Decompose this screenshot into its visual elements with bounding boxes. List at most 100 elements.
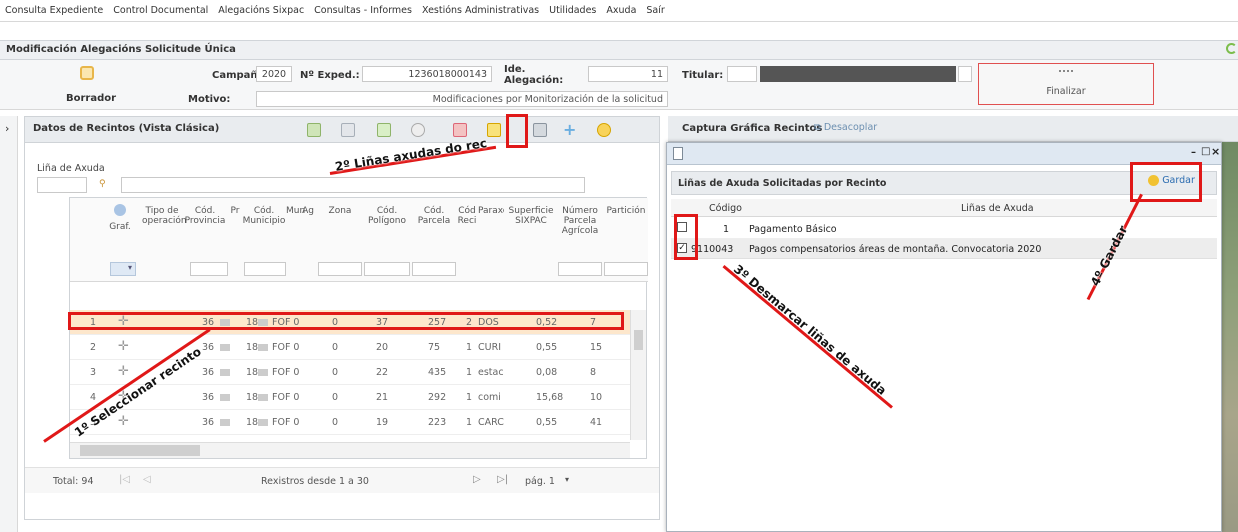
menu-consultas-informes[interactable]: Consultas - Informes <box>309 0 417 22</box>
filter-zona[interactable] <box>318 262 362 276</box>
record-icon[interactable] <box>453 123 467 137</box>
provincia-button-icon[interactable] <box>220 369 230 376</box>
filter-poligono[interactable] <box>364 262 410 276</box>
col-num-parcela[interactable]: Número Parcela Agrícola <box>558 206 602 236</box>
ide-field: 11 <box>588 66 668 82</box>
cell-zona: 0 <box>332 367 339 378</box>
titular-label: Titular: <box>682 70 724 81</box>
vertical-scrollbar[interactable] <box>630 310 646 440</box>
row-2-desc: Pagos compensatorios áreas de montaña. C… <box>749 244 1042 255</box>
col-cod-municipio[interactable]: Cód. Municipio <box>242 206 286 226</box>
graf-icon[interactable]: ✛ <box>118 364 129 379</box>
linea-axuda-desc-input[interactable] <box>121 177 585 193</box>
filter-num-parcela[interactable] <box>558 262 602 276</box>
cell-provincia: 36 <box>202 367 215 378</box>
document-icon <box>673 147 683 160</box>
col-codigo[interactable]: Código <box>709 203 742 214</box>
dialog-row-2[interactable]: ✓ 9110043 Pagos compensatorios áreas de … <box>671 239 1217 259</box>
menu-control-documental[interactable]: Control Documental <box>108 0 213 22</box>
captura-panel-header: Captura Gráfica Recintos ⧉ Desacoplar <box>668 116 1238 142</box>
cell-reci: 1 <box>466 392 473 403</box>
save-icon[interactable] <box>597 123 611 137</box>
col-tipo-operacion[interactable]: Tipo de operación <box>142 206 187 226</box>
collapse-strip[interactable]: › <box>0 116 18 532</box>
linea-axuda-code-input[interactable] <box>37 177 87 193</box>
graf-icon[interactable]: ✛ <box>118 414 129 429</box>
refresh-icon[interactable] <box>1226 43 1237 54</box>
filter-municipio[interactable] <box>244 262 286 276</box>
col-linas-axuda[interactable]: Liñas de Axuda <box>961 203 1034 214</box>
copy-icon[interactable] <box>377 123 391 137</box>
desacoplar-link[interactable]: ⧉ Desacoplar <box>814 122 877 133</box>
next-page-icon[interactable]: ▷ <box>473 474 481 485</box>
page-select[interactable]: pág. 1 <box>525 476 555 487</box>
total-label: Total: 94 <box>53 476 94 487</box>
cell-provincia: 36 <box>202 342 215 353</box>
last-page-icon[interactable]: ▷| <box>497 474 508 485</box>
col-cod-reci[interactable]: Cód Reci <box>456 206 478 226</box>
municipio-button-icon[interactable] <box>258 344 268 351</box>
table-row[interactable]: 63618FOF 00192251CARC0,3335✛ <box>70 435 630 440</box>
finalizar-button[interactable]: Finalizar <box>978 63 1154 105</box>
menu-alegacions-sixpac[interactable]: Alegacións Sixpac <box>213 0 309 22</box>
col-paraxe[interactable]: Paraxe <box>478 206 504 216</box>
municipio-button-icon[interactable] <box>258 369 268 376</box>
delete-icon[interactable] <box>411 123 425 137</box>
col-mun[interactable]: Mun <box>286 206 305 216</box>
hscroll-thumb[interactable] <box>80 445 200 456</box>
filter-provincia[interactable] <box>190 262 228 276</box>
municipio-button-icon[interactable] <box>258 394 268 401</box>
col-cod-provincia[interactable]: Cód. Provincia <box>182 206 228 226</box>
add-icon[interactable]: + <box>563 120 576 139</box>
table-row[interactable]: 5 36 18 FOF 0 0 19 223 1 CARC 0,55 41 ✛ <box>70 410 630 435</box>
menu-axuda[interactable]: Axuda <box>601 0 641 22</box>
col-cod-parcela[interactable]: Cód. Parcela <box>412 206 456 226</box>
close-icon[interactable]: × <box>1211 145 1220 158</box>
menu-sair[interactable]: Saír <box>641 0 669 22</box>
menu-xestions[interactable]: Xestións Administrativas <box>417 0 544 22</box>
graf-filter-select[interactable]: ▾ <box>110 262 136 276</box>
col-zona[interactable]: Zona <box>318 206 362 216</box>
table-row[interactable]: 2 36 18 FOF 0 0 20 75 1 CURI 0,55 15 ✛ <box>70 335 630 360</box>
col-graf[interactable]: Graf. <box>106 222 134 232</box>
graf-icon[interactable]: ✛ <box>118 439 129 440</box>
list-icon[interactable] <box>341 123 355 137</box>
col-particion[interactable]: Partición <box>604 206 648 216</box>
menu-utilidades[interactable]: Utilidades <box>544 0 601 22</box>
col-cod-poligono[interactable]: Cód. Polígono <box>364 206 410 226</box>
graf-icon[interactable]: ✛ <box>118 339 129 354</box>
dialog-row-1[interactable]: 1 Pagamento Básico <box>671 219 1217 239</box>
filter-particion[interactable] <box>604 262 648 276</box>
page-chevron-icon[interactable]: ▾ <box>565 475 569 484</box>
edit-icon[interactable] <box>307 123 321 137</box>
menu-consulta-expediente[interactable]: Consulta Expediente <box>0 0 108 22</box>
col-pr[interactable]: Pr <box>228 206 242 216</box>
first-page-icon[interactable]: |◁ <box>119 474 130 485</box>
titular-nif-field <box>727 66 757 82</box>
map-link-icon[interactable] <box>533 123 547 137</box>
municipio-button-icon[interactable] <box>258 419 268 426</box>
minimize-icon[interactable]: – <box>1191 147 1196 158</box>
provincia-button-icon[interactable] <box>220 344 230 351</box>
row-1-desc: Pagamento Básico <box>749 224 837 235</box>
cell-num-parcela: 41 <box>590 417 603 428</box>
cell-provincia: 36 <box>202 392 215 403</box>
horizontal-scrollbar[interactable] <box>70 442 630 458</box>
scroll-thumb[interactable] <box>634 330 643 350</box>
search-icon[interactable]: ⚲ <box>99 179 106 189</box>
maximize-icon[interactable]: □ <box>1201 146 1210 157</box>
cell-mun: FOF 0 <box>272 342 300 353</box>
provincia-button-icon[interactable] <box>220 419 230 426</box>
provincia-button-icon[interactable] <box>220 394 230 401</box>
exped-label: Nº Exped.: <box>300 70 360 81</box>
col-superficie[interactable]: Superficie SIXPAC <box>506 206 556 226</box>
cell-parcela: 292 <box>428 392 447 403</box>
filter-parcela[interactable] <box>412 262 456 276</box>
prev-page-icon[interactable]: ◁ <box>143 474 151 485</box>
paging-bar: Total: 94 |◁ ◁ Rexistros desde 1 a 30 ▷ … <box>25 467 659 493</box>
titular-extra-field <box>958 66 972 82</box>
cell-superficie: 15,68 <box>536 392 564 403</box>
cell-superficie: 0,55 <box>536 417 558 428</box>
col-ag[interactable]: Ag <box>302 206 314 216</box>
lineas-axuda-icon[interactable] <box>487 123 501 137</box>
